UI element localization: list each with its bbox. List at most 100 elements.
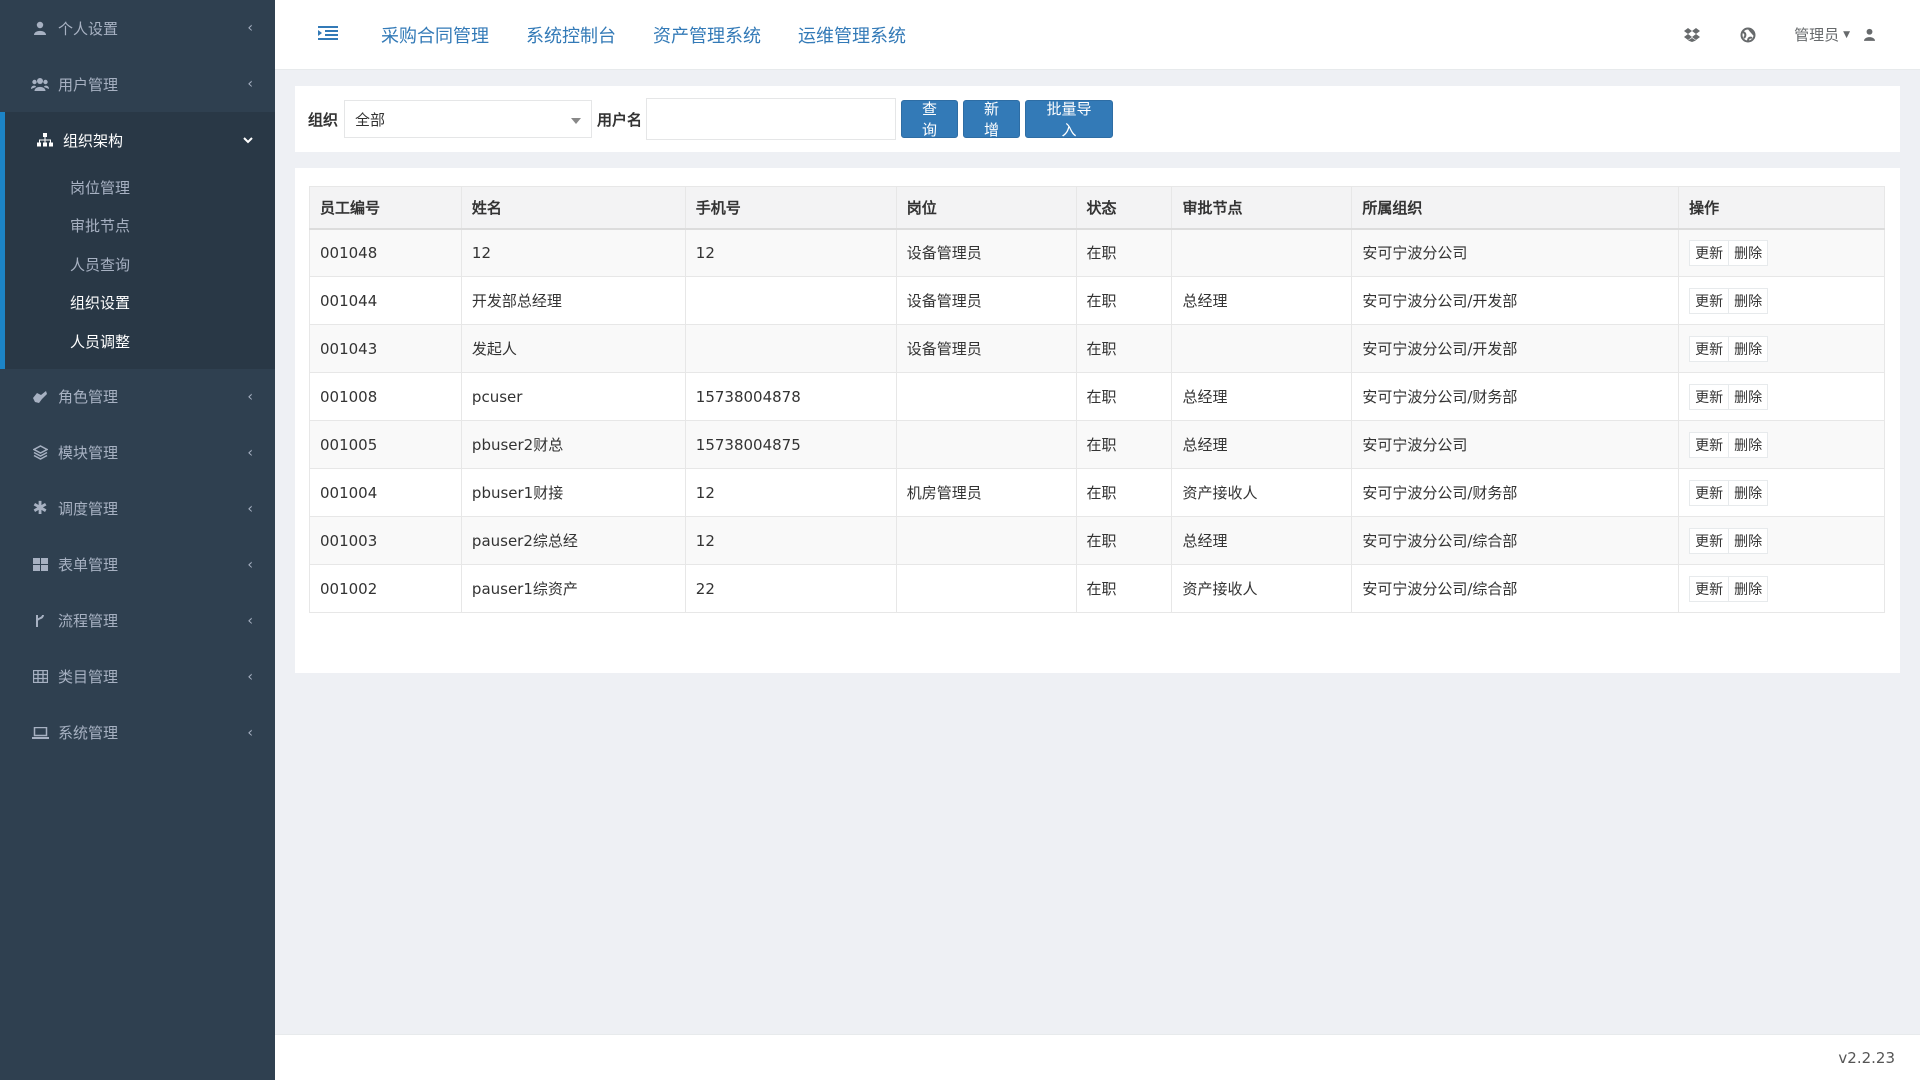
- table-row[interactable]: 001044 开发部总经理 设备管理员 在职 总经理 安可宁波分公司/开发部 更新 删除: [309, 276, 1885, 325]
- table-panel: 员工编号 姓名 手机号 岗位 状态 审批节点 所属组织 操作 001048 12 1…: [295, 168, 1900, 673]
- sidebar-subitem-post-management[interactable]: 岗位管理: [5, 168, 275, 207]
- delete-button[interactable]: 删除: [1729, 575, 1769, 602]
- indent-icon: [318, 25, 338, 45]
- update-button[interactable]: 更新: [1689, 527, 1730, 554]
- cell-actions: 更新 删除: [1678, 228, 1885, 277]
- dropbox-icon[interactable]: [1684, 27, 1701, 42]
- table-row[interactable]: 001048 12 12 设备管理员 在职 安可宁波分公司 更新 删除: [309, 228, 1885, 277]
- cell-post: 设备管理员: [895, 324, 1077, 373]
- top-link-asset-management[interactable]: 资产管理系统: [653, 22, 761, 48]
- cell-actions: 更新 删除: [1678, 372, 1885, 421]
- top-link-ops-management[interactable]: 运维管理系统: [798, 22, 906, 48]
- table-row[interactable]: 001004 pbuser1财接 12 机房管理员 在职 资产接收人 安可宁波分公司/财务部…: [309, 468, 1885, 517]
- cell-status: 在职: [1075, 372, 1173, 421]
- sidebar-item-system-management[interactable]: 系统管理 ‹: [0, 705, 275, 761]
- sidebar-item-user-management[interactable]: 用户管理 ‹: [0, 56, 275, 112]
- table-row[interactable]: 001003 pauser2综总经 12 在职 总经理 安可宁波分公司/综合部 更新 删除: [309, 516, 1885, 565]
- cell-id: 001008: [309, 372, 462, 421]
- cell-actions: 更新 删除: [1678, 468, 1885, 517]
- cell-name: 12: [460, 228, 686, 277]
- column-header[interactable]: 姓名: [460, 186, 686, 230]
- cell-id: 001002: [309, 564, 462, 613]
- cell-org: 安可宁波分公司: [1351, 420, 1680, 469]
- chevron-left-icon: ‹: [247, 76, 253, 92]
- cell-phone: 22: [684, 564, 897, 613]
- cell-id: 001003: [309, 516, 462, 565]
- top-link-purchase-contract[interactable]: 采购合同管理: [381, 22, 489, 48]
- delete-button[interactable]: 删除: [1729, 527, 1769, 554]
- sidebar-item-module-management[interactable]: 模块管理 ‹: [0, 425, 275, 481]
- table-row[interactable]: 001005 pbuser2财总 15738004875 在职 总经理 安可宁波分公司 更新…: [309, 420, 1885, 469]
- username-label: 用户名: [597, 110, 643, 129]
- update-button[interactable]: 更新: [1689, 479, 1730, 506]
- sidebar-item-role-management[interactable]: 角色管理 ‹: [0, 369, 275, 425]
- table-row[interactable]: 001043 发起人 设备管理员 在职 安可宁波分公司/开发部 更新 删除: [309, 324, 1885, 373]
- sidebar-item-personal-settings[interactable]: 个人设置 ‹: [0, 0, 275, 56]
- column-header[interactable]: 手机号: [684, 186, 897, 230]
- delete-button[interactable]: 删除: [1729, 431, 1769, 458]
- menu-toggle-button[interactable]: [305, 25, 351, 45]
- table-row[interactable]: 001002 pauser1综资产 22 在职 资产接收人 安可宁波分公司/综合部 更新 删除: [309, 564, 1885, 613]
- cell-status: 在职: [1075, 516, 1173, 565]
- sidebar-item-category-management[interactable]: 类目管理 ‹: [0, 649, 275, 705]
- update-button[interactable]: 更新: [1689, 287, 1730, 314]
- column-header[interactable]: 所属组织: [1351, 186, 1680, 230]
- cell-status: 在职: [1075, 324, 1173, 373]
- delete-button[interactable]: 删除: [1729, 479, 1769, 506]
- sidebar-item-schedule-management[interactable]: ✱ 调度管理 ‹: [0, 481, 275, 537]
- delete-button[interactable]: 删除: [1729, 383, 1769, 410]
- cell-status: 在职: [1075, 228, 1173, 277]
- cell-id: 001044: [309, 276, 462, 325]
- chevron-left-icon: ‹: [247, 500, 253, 517]
- cell-node: 总经理: [1171, 420, 1353, 469]
- column-header[interactable]: 审批节点: [1171, 186, 1353, 230]
- chevron-left-icon: ‹: [247, 556, 253, 573]
- delete-button[interactable]: 删除: [1729, 335, 1769, 362]
- sidebar-subitem-staff-adjust[interactable]: 人员调整: [5, 322, 275, 361]
- cell-org: 安可宁波分公司/综合部: [1351, 516, 1680, 565]
- cell-node: 总经理: [1171, 276, 1353, 325]
- column-header[interactable]: 状态: [1075, 186, 1173, 230]
- laptop-icon: [30, 726, 50, 739]
- sidebar-subitem-approval-node[interactable]: 审批节点: [5, 207, 275, 246]
- table-row[interactable]: 001008 pcuser 15738004878 在职 总经理 安可宁波分公司/财务部更…: [309, 372, 1885, 421]
- update-button[interactable]: 更新: [1689, 239, 1730, 266]
- chevron-left-icon: ‹: [247, 20, 253, 36]
- globe-icon[interactable]: [1740, 27, 1756, 43]
- sidebar-group-org: 组织架构 岗位管理 审批节点 人员查询 组织设置 人员调整: [0, 112, 275, 369]
- grid-icon: [30, 558, 50, 571]
- user-icon: [1864, 28, 1875, 41]
- module-icon: [30, 445, 50, 460]
- chevron-left-icon: ‹: [247, 668, 253, 685]
- cell-actions: 更新 删除: [1678, 516, 1885, 565]
- version-label: v2.2.23: [1838, 1048, 1895, 1067]
- sidebar-subitem-org-settings[interactable]: 组织设置: [5, 284, 275, 323]
- column-header[interactable]: 员工编号: [309, 186, 462, 230]
- delete-button[interactable]: 删除: [1729, 287, 1769, 314]
- cell-status: 在职: [1075, 276, 1173, 325]
- sidebar-item-org-structure[interactable]: 组织架构: [5, 112, 275, 168]
- batch-import-button[interactable]: 批量导入: [1025, 100, 1114, 139]
- update-button[interactable]: 更新: [1689, 335, 1730, 362]
- add-button[interactable]: 新增: [963, 100, 1021, 139]
- update-button[interactable]: 更新: [1689, 575, 1730, 602]
- cell-post: [895, 564, 1077, 613]
- update-button[interactable]: 更新: [1689, 383, 1730, 410]
- username-input[interactable]: [646, 98, 897, 140]
- admin-dropdown[interactable]: 管理员 ▼: [1794, 24, 1875, 45]
- sidebar-item-label: 用户管理: [58, 75, 119, 94]
- chevron-left-icon: ‹: [247, 444, 253, 461]
- column-header[interactable]: 岗位: [895, 186, 1077, 230]
- delete-button[interactable]: 删除: [1729, 239, 1769, 266]
- update-button[interactable]: 更新: [1689, 431, 1730, 458]
- top-link-system-console[interactable]: 系统控制台: [526, 22, 616, 48]
- org-select[interactable]: 全部: [344, 100, 593, 138]
- sidebar-item-flow-management[interactable]: 流程管理 ‹: [0, 593, 275, 649]
- query-button[interactable]: 查询: [901, 100, 959, 139]
- sidebar-item-form-management[interactable]: 表单管理 ‹: [0, 537, 275, 593]
- sidebar-subitem-staff-query[interactable]: 人员查询: [5, 245, 275, 284]
- cell-status: 在职: [1075, 468, 1173, 517]
- cell-phone: 12: [684, 228, 897, 277]
- search-panel: 组织 全部 用户名 查询 新增 批量导入: [295, 86, 1900, 152]
- sidebar-submenu: 岗位管理 审批节点 人员查询 组织设置 人员调整: [5, 168, 275, 369]
